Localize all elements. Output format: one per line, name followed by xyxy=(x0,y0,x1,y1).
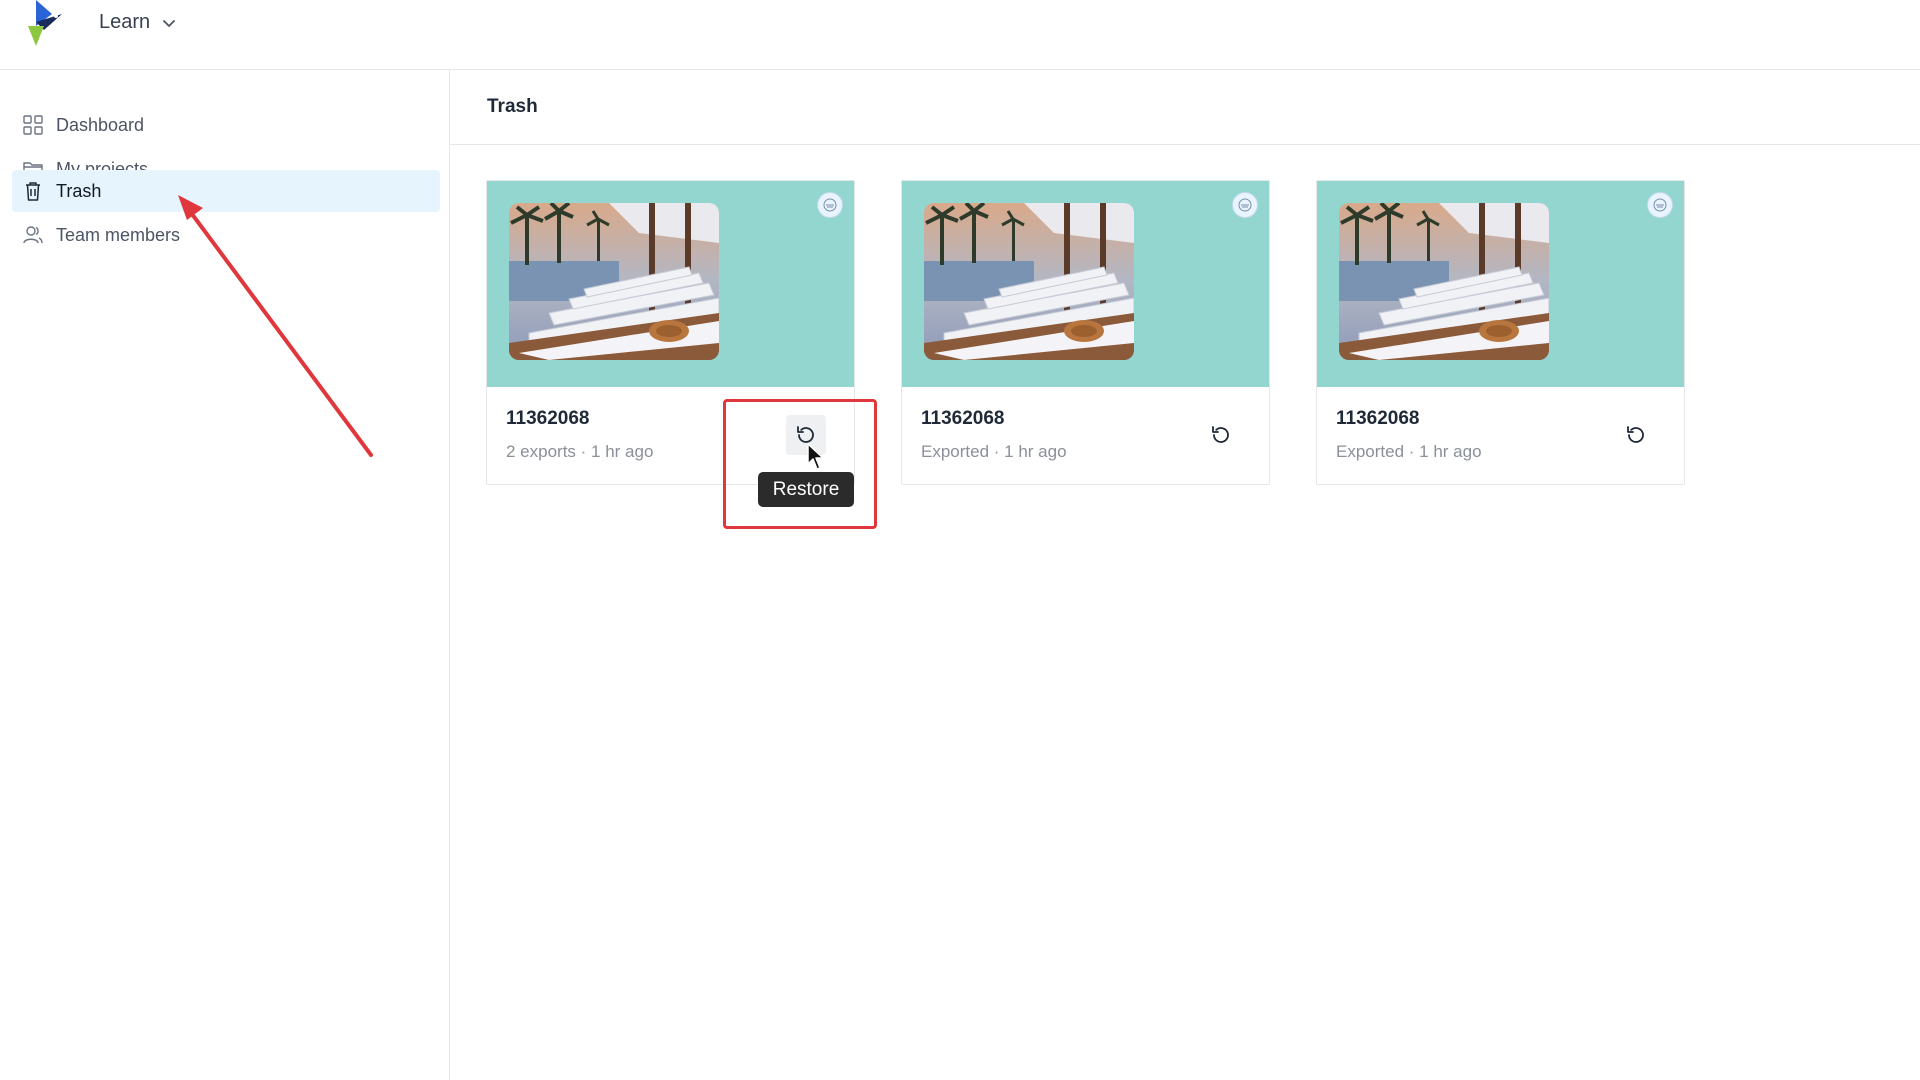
restore-button[interactable] xyxy=(1616,415,1656,455)
project-card[interactable]: 11362068 Exported · 1 hr ago xyxy=(1316,180,1685,485)
chevron-down-icon xyxy=(163,19,176,27)
sidebar-item-label: Dashboard xyxy=(56,114,145,135)
card-meta: Exported · 1 hr ago xyxy=(921,442,1067,461)
thumbnail-image xyxy=(509,203,719,360)
workspace-name: Learn xyxy=(99,11,151,33)
main-header: Trash xyxy=(450,70,1920,145)
app-logo[interactable] xyxy=(26,0,66,48)
restore-button[interactable] xyxy=(1201,415,1241,455)
app-badge-icon xyxy=(1647,192,1673,218)
thumbnail-image xyxy=(924,203,1134,360)
card-thumbnail[interactable] xyxy=(1317,181,1684,387)
card-meta: Exported · 1 hr ago xyxy=(1336,442,1482,461)
page-title: Trash xyxy=(487,96,538,117)
card-title: 11362068 xyxy=(506,408,590,429)
thumbnail-image xyxy=(1339,203,1549,360)
annotation-highlight-box xyxy=(723,399,877,529)
sidebar: Dashboard My projects Trash Team members xyxy=(0,70,450,1080)
card-meta: 2 exports · 1 hr ago xyxy=(506,442,654,461)
top-bar: Learn xyxy=(0,0,1920,70)
card-thumbnail[interactable] xyxy=(487,181,854,387)
trash-icon xyxy=(22,180,44,202)
sidebar-item-label: Team members xyxy=(56,224,181,245)
workspace-switcher[interactable]: Learn xyxy=(99,11,176,34)
sidebar-item-team-members[interactable]: Team members xyxy=(12,214,440,256)
card-title: 11362068 xyxy=(921,408,1005,429)
restore-icon xyxy=(1627,426,1644,443)
card-title: 11362068 xyxy=(1336,408,1420,429)
sidebar-item-trash[interactable]: Trash xyxy=(12,170,440,212)
card-thumbnail[interactable] xyxy=(902,181,1269,387)
sidebar-item-label: Trash xyxy=(56,180,102,201)
restore-icon xyxy=(1212,426,1229,443)
app-badge-icon xyxy=(817,192,843,218)
grid-icon xyxy=(22,114,44,136)
project-card[interactable]: 11362068 Exported · 1 hr ago xyxy=(901,180,1270,485)
app-badge-icon xyxy=(1232,192,1258,218)
sidebar-item-dashboard[interactable]: Dashboard xyxy=(12,104,440,146)
users-icon xyxy=(22,224,44,246)
